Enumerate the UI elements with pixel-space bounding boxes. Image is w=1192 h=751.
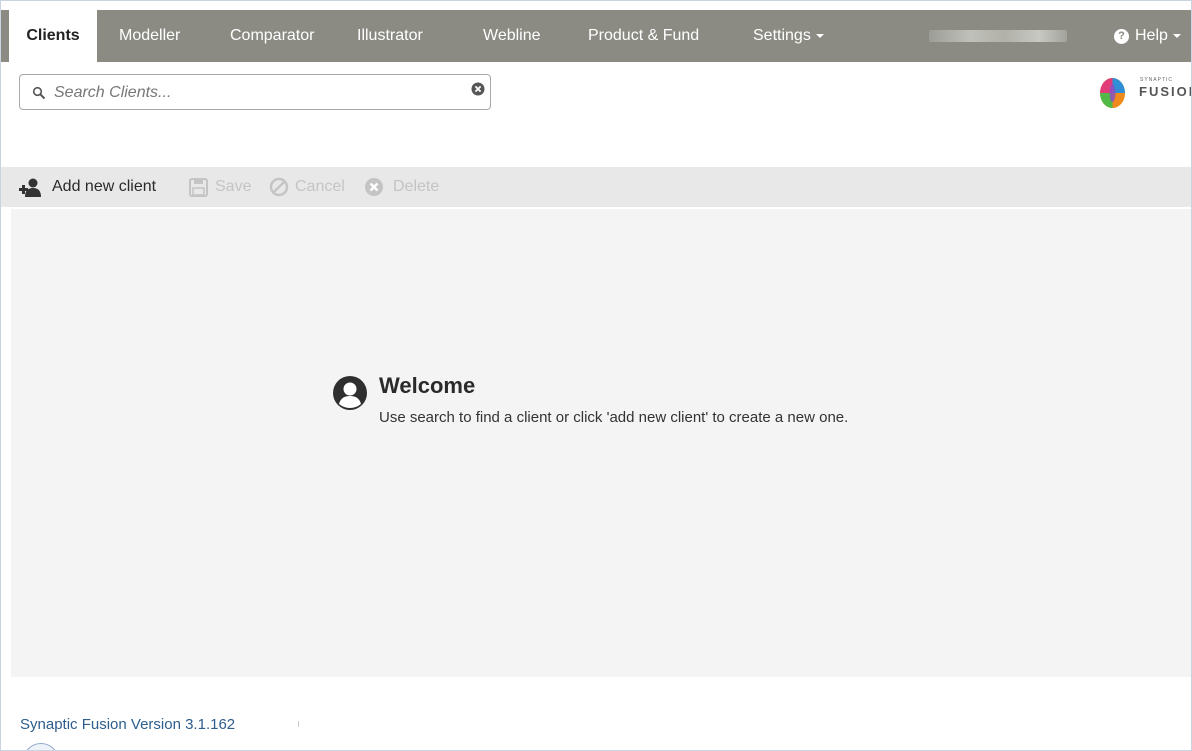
floppy-disk-icon bbox=[189, 178, 208, 197]
version-link[interactable]: Synaptic Fusion Version 3.1.162 bbox=[20, 715, 235, 735]
divider bbox=[298, 721, 299, 727]
add-new-client-button[interactable]: Add new client bbox=[19, 167, 179, 207]
footer-avatar-icon bbox=[23, 743, 59, 750]
app-window: Clients Modeller Comparator Illustrator … bbox=[0, 0, 1192, 751]
help-dropdown[interactable]: Help bbox=[1135, 10, 1181, 62]
cancel-ban-icon bbox=[269, 177, 289, 197]
tab-settings-label: Settings bbox=[753, 27, 811, 44]
search-icon bbox=[32, 86, 46, 100]
add-user-icon bbox=[19, 178, 41, 197]
tab-settings-dropdown[interactable]: Settings bbox=[753, 10, 824, 62]
synaptic-fusion-logo: SYNAPTIC FUSION bbox=[1099, 73, 1191, 113]
logo-text-small: SYNAPTIC bbox=[1140, 77, 1174, 83]
chevron-down-icon bbox=[815, 33, 824, 38]
welcome-title: Welcome bbox=[379, 373, 476, 398]
logo-text-big: FUSION bbox=[1139, 84, 1191, 99]
save-button[interactable]: Save bbox=[189, 167, 259, 207]
tab-modeller[interactable]: Modeller bbox=[119, 10, 180, 62]
add-new-client-label: Add new client bbox=[52, 178, 157, 195]
cancel-button[interactable]: Cancel bbox=[269, 167, 354, 207]
tab-webline[interactable]: Webline bbox=[483, 10, 541, 62]
brain-logo-icon bbox=[1100, 78, 1125, 108]
main-panel: Welcome Use search to find a client or c… bbox=[11, 209, 1191, 677]
welcome-text: Use search to find a client or click 'ad… bbox=[379, 409, 849, 426]
delete-button[interactable]: Delete bbox=[364, 167, 449, 207]
cancel-label: Cancel bbox=[295, 178, 345, 195]
chevron-down-icon bbox=[1172, 33, 1181, 38]
tab-product-fund[interactable]: Product & Fund bbox=[588, 10, 699, 62]
clear-circle-icon[interactable] bbox=[471, 82, 485, 96]
search-box bbox=[19, 74, 491, 110]
delete-label: Delete bbox=[393, 178, 440, 195]
tab-comparator[interactable]: Comparator bbox=[230, 10, 314, 62]
help-label: Help bbox=[1135, 27, 1168, 44]
user-name-redacted[interactable] bbox=[929, 30, 1067, 42]
delete-circle-icon bbox=[365, 178, 383, 196]
save-label: Save bbox=[215, 178, 252, 195]
tab-illustrator[interactable]: Illustrator bbox=[357, 10, 423, 62]
action-toolbar: Add new client Save Cancel Delete bbox=[1, 167, 1191, 207]
tab-clients[interactable]: Clients bbox=[9, 10, 97, 62]
question-circle-icon: ? bbox=[1114, 29, 1129, 44]
top-navbar: Clients Modeller Comparator Illustrator … bbox=[1, 10, 1191, 62]
search-input[interactable] bbox=[54, 81, 454, 105]
user-circle-icon bbox=[333, 376, 367, 410]
